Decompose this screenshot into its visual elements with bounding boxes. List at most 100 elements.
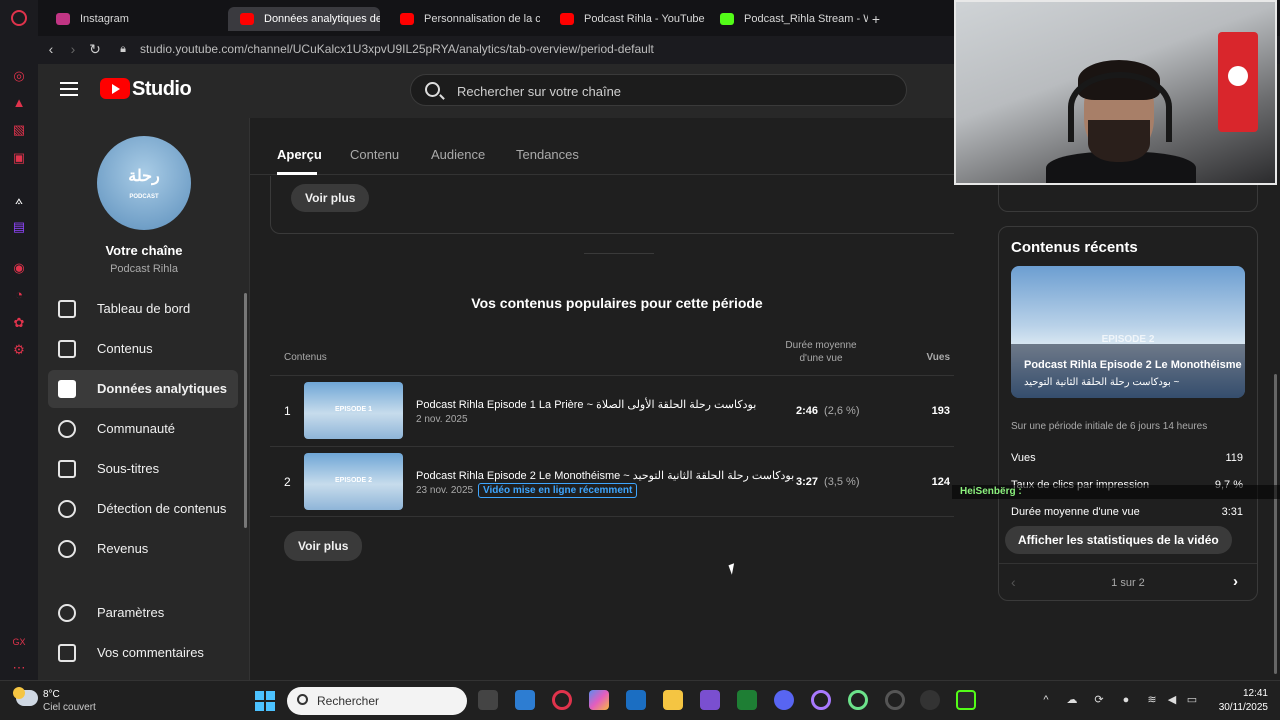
studio-title[interactable]: Studio — [132, 78, 192, 101]
clock-date[interactable]: 30/11/2025 — [1200, 702, 1268, 713]
sync-icon[interactable]: ⟳ — [1093, 694, 1105, 706]
dollar-icon — [58, 540, 76, 558]
extension-icon[interactable]: ▲ — [11, 95, 27, 111]
tab-overview[interactable]: Aperçu — [277, 147, 322, 162]
views-count: 193 — [931, 405, 950, 417]
more-icon[interactable]: ⋯ — [11, 660, 27, 676]
chevron-up-icon[interactable]: ^ — [1040, 694, 1052, 706]
clock-time[interactable]: 12:41 — [1212, 688, 1268, 699]
gx-icon[interactable]: GX — [11, 634, 27, 650]
tab-youtube-channel[interactable]: Podcast Rihla - YouTube — [548, 7, 708, 31]
photos-icon[interactable] — [515, 690, 535, 710]
opera-gx-icon[interactable] — [811, 690, 831, 710]
sidebar-item-analytics[interactable]: Données analytiques — [48, 370, 238, 408]
volume-icon[interactable]: ◀ — [1166, 694, 1178, 706]
tab-content[interactable]: Contenu — [350, 147, 399, 162]
search-input[interactable] — [457, 81, 877, 101]
tab-audience[interactable]: Audience — [431, 147, 485, 162]
channel-avatar[interactable]: رحلة PODCAST — [97, 136, 191, 230]
avg-duration-percent: (3,5 %) — [824, 476, 860, 488]
sidebar-item-content-detection[interactable]: Détection de contenus — [48, 490, 238, 528]
windows-start-icon[interactable] — [255, 691, 275, 711]
proton-icon[interactable] — [700, 690, 720, 710]
file-explorer-icon[interactable] — [663, 690, 683, 710]
sidebar-item-settings[interactable]: Paramètres — [48, 594, 238, 632]
copilot-icon[interactable] — [589, 690, 609, 710]
onedrive-icon[interactable]: ☁ — [1066, 694, 1078, 706]
page-scrollbar[interactable] — [1274, 374, 1277, 674]
stat-row-avg-duration: Durée moyenne d'une vue 3:31 — [1011, 506, 1243, 518]
history-icon[interactable]: ◔ — [11, 287, 27, 303]
flow-icon[interactable]: ▧ — [11, 122, 27, 138]
twitch-icon[interactable]: ▤ — [11, 219, 27, 235]
taskbar-search-label: Rechercher — [317, 694, 380, 708]
sidebar-item-dashboard[interactable]: Tableau de bord — [48, 290, 238, 328]
task-view-icon[interactable] — [478, 690, 498, 710]
url-field[interactable]: studio.youtube.com/channel/UCuKalcx1U3xp… — [140, 42, 654, 56]
chevron-right-icon[interactable]: › — [1233, 573, 1238, 590]
new-tab-button[interactable]: + — [864, 7, 888, 31]
section-divider — [584, 253, 654, 254]
sidebar-item-label: Sous-titres — [97, 461, 160, 476]
player-icon[interactable]: ◉ — [11, 260, 27, 276]
streamlabs-icon[interactable] — [956, 690, 976, 710]
search-bar[interactable] — [410, 74, 907, 106]
see-more-button[interactable]: Voir plus — [284, 531, 363, 561]
sidebar-scrollbar[interactable] — [244, 293, 247, 528]
sidebar-item-label: Paramètres — [97, 605, 165, 620]
sidebar-item-earn[interactable]: Revenus — [48, 530, 238, 568]
table-row[interactable]: 2 EPISODE 2 Podcast Rihla Episode 2 Le M… — [270, 446, 964, 517]
youtube-logo-icon[interactable] — [100, 78, 130, 99]
tab-customization[interactable]: Personnalisation de la ch — [388, 7, 540, 31]
wifi-icon[interactable]: ≋ — [1146, 694, 1158, 706]
forward-icon[interactable]: › — [64, 40, 82, 58]
tab-kick-stream[interactable]: Podcast_Rihla Stream - W — [708, 7, 868, 31]
avg-duration-value: 2:46 — [796, 405, 819, 417]
sidebar-item-label: Revenus — [97, 541, 149, 556]
video-title[interactable]: Podcast Rihla Episode 2 Le Monothéisme ~… — [416, 469, 794, 482]
back-icon[interactable]: ‹ — [42, 40, 60, 58]
sidebar-item-label: Contenus — [97, 341, 153, 356]
store-icon[interactable] — [626, 690, 646, 710]
sidebar-item-content[interactable]: Contenus — [48, 330, 238, 368]
analytics-tabs: Aperçu Contenu Audience Tendances — [250, 118, 954, 175]
recent-upload-badge: Vidéo mise en ligne récemment — [478, 483, 638, 498]
settings-icon[interactable]: ⚙ — [11, 342, 27, 358]
battery-icon[interactable]: ▭ — [1186, 694, 1198, 706]
discord-icon[interactable] — [774, 690, 794, 710]
video-stats-button[interactable]: Afficher les statistiques de la vidéo — [1005, 526, 1232, 554]
kick-icon[interactable]: ⟑ — [11, 192, 27, 208]
xbox-icon[interactable] — [737, 690, 757, 710]
video-thumbnail[interactable]: EPISODE 2 — [304, 453, 403, 510]
sidebar-item-community[interactable]: Communauté — [48, 410, 238, 448]
opera-icon[interactable] — [552, 690, 572, 710]
sidebar-item-label: Communauté — [97, 421, 176, 436]
recent-video-subtitle: بودكاست رحلة الحلقة الثانية التوحيد ~ — [1024, 377, 1180, 388]
tab-trends[interactable]: Tendances — [516, 147, 579, 162]
tab-analytics[interactable]: Données analytiques de l — [228, 7, 380, 31]
sidebar-item-subtitles[interactable]: Sous-titres — [48, 450, 238, 488]
table-row[interactable]: 1 EPISODE 1 Podcast Rihla Episode 1 La P… — [270, 375, 964, 446]
tab-instagram[interactable]: Instagram — [44, 7, 139, 31]
weather-cloud-icon[interactable] — [13, 687, 38, 706]
obs-icon[interactable] — [920, 690, 940, 710]
taskbar-search[interactable]: Rechercher — [287, 687, 467, 715]
messenger-icon[interactable]: ▣ — [11, 150, 27, 166]
sidebar-item-feedback[interactable]: Vos commentaires — [48, 634, 238, 672]
reload-icon[interactable]: ↻ — [86, 40, 104, 58]
recent-video-thumbnail[interactable]: EPISODE 2 Podcast Rihla Episode 2 Le Mon… — [1011, 266, 1245, 398]
aria-icon[interactable]: ◎ — [11, 68, 27, 84]
video-thumbnail[interactable]: EPISODE 1 — [304, 382, 403, 439]
opera-logo-icon[interactable] — [11, 10, 27, 26]
microphone-icon[interactable]: ● — [1120, 694, 1132, 706]
menu-icon[interactable] — [60, 82, 78, 96]
opera-alt-icon[interactable] — [885, 690, 905, 710]
opera-browser-icon[interactable] — [848, 690, 868, 710]
video-title[interactable]: Podcast Rihla Episode 1 La Prière ~ بودك… — [416, 398, 756, 411]
weather-description[interactable]: Ciel couvert — [43, 702, 96, 713]
sidebar-item-label: Vos commentaires — [97, 645, 204, 660]
extensions-icon[interactable]: ✿ — [11, 315, 27, 331]
weather-temperature[interactable]: 8°C — [43, 689, 60, 700]
analytics-icon — [58, 380, 76, 398]
see-more-button[interactable]: Voir plus — [291, 184, 370, 212]
